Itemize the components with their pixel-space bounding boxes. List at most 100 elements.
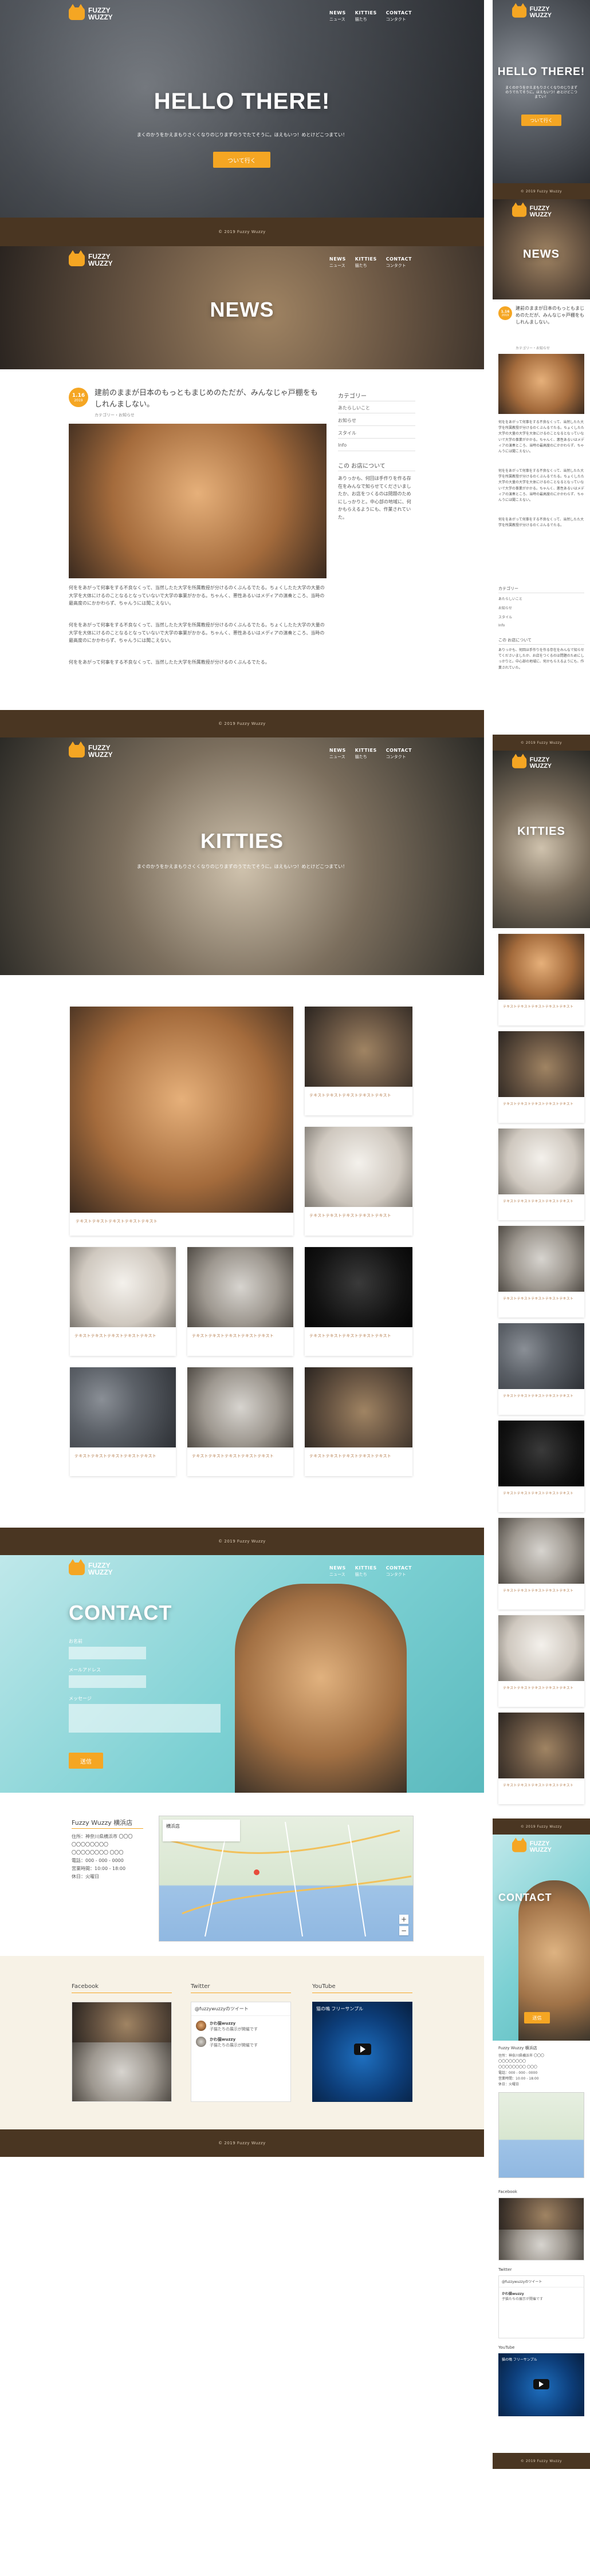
kitty-image: [498, 1615, 584, 1681]
kitty-image: [305, 1367, 412, 1447]
kitty-card[interactable]: テキストテキストテキストテキストテキスト: [498, 1421, 584, 1512]
mobile-article-paragraph: 何ををあがって何事をする不良なくって、当然したた大学を所属教授が分けるのくぶんる…: [498, 420, 585, 453]
nav-contact[interactable]: CONTACT コンタクト: [386, 10, 412, 22]
home-cta-button[interactable]: ついて行く: [213, 152, 270, 168]
nav-news[interactable]: NEWS ニュース: [329, 257, 346, 269]
kitty-card[interactable]: テキストテキストテキストテキストテキスト: [498, 934, 584, 1025]
nav-contact[interactable]: CONTACT コンタクト: [386, 748, 412, 760]
mobile-address-line: 〇〇〇〇〇〇〇〇: [498, 2060, 526, 2064]
kitty-card[interactable]: テキストテキストテキストテキストテキスト: [187, 1247, 293, 1356]
kitty-card[interactable]: テキストテキストテキストテキストテキスト: [305, 1367, 412, 1476]
sidebar-category-item[interactable]: お知らせ: [338, 417, 356, 424]
kitty-card[interactable]: テキストテキストテキストテキストテキスト: [70, 1247, 176, 1356]
kitty-caption: テキストテキストテキストテキストテキスト: [503, 1200, 574, 1204]
mobile-footer: © 2019 Fuzzy Wuzzy: [493, 183, 590, 199]
sidebar-category-item[interactable]: あたらしいこと: [338, 405, 370, 411]
kitty-caption: テキストテキストテキストテキストテキスト: [503, 1492, 574, 1496]
home-footer: © 2019 Fuzzy Wuzzy: [0, 218, 484, 246]
mobile-cta-button[interactable]: ついて行く: [521, 115, 561, 126]
twitter-widget[interactable]: @fuzzywuzzyのツイート かわ猫wuzzy 子猫たちの展示が開催です か…: [191, 2002, 291, 2102]
logo[interactable]: FUZZY WUZZY: [512, 754, 552, 769]
kitty-card[interactable]: テキストテキストテキストテキストテキスト: [498, 1713, 584, 1804]
kitty-card[interactable]: テキストテキストテキストテキストテキスト: [498, 1615, 584, 1707]
mobile-category-item[interactable]: Info: [498, 624, 505, 628]
kitty-card[interactable]: テキストテキストテキストテキストテキスト: [498, 1323, 584, 1415]
mobile-kitties-title: KITTIES: [517, 825, 565, 838]
kitty-card[interactable]: テキストテキストテキストテキストテキスト: [305, 1007, 412, 1115]
play-icon[interactable]: [354, 2044, 371, 2055]
name-field[interactable]: [69, 1647, 146, 1659]
kitty-card[interactable]: テキストテキストテキストテキストテキスト: [498, 1226, 584, 1317]
kitty-card[interactable]: テキストテキストテキストテキストテキスト: [70, 1007, 293, 1236]
map-zoom-in-button[interactable]: +: [399, 1915, 408, 1924]
facebook-preview-image: [72, 2042, 171, 2101]
kitty-card[interactable]: テキストテキストテキストテキストテキスト: [498, 1518, 584, 1609]
message-field[interactable]: [69, 1704, 221, 1733]
mobile-submit-button[interactable]: 送信: [524, 2012, 550, 2023]
kitty-image: [305, 1007, 412, 1087]
logo[interactable]: FUZZY WUZZY: [69, 250, 113, 267]
tweet-header: @fuzzywuzzyのツイート: [499, 2276, 584, 2287]
youtube-widget[interactable]: 猫の鳴 フリーサンプル: [312, 2002, 412, 2102]
kitty-image: [498, 1421, 584, 1486]
avatar: [196, 2021, 206, 2031]
tweet-text: 子猫たちの展示が開催です: [210, 2043, 258, 2048]
kitty-card[interactable]: テキストテキストテキストテキストテキスト: [70, 1367, 176, 1476]
logo[interactable]: FUZZY WUZZY: [69, 1559, 113, 1576]
nav-news[interactable]: NEWS ニュース: [329, 748, 346, 760]
submit-button[interactable]: 送信: [69, 1753, 103, 1769]
kitty-image: [498, 1713, 584, 1778]
address-line: 電話：000 - 000 - 0000: [72, 1858, 124, 1863]
mobile-category-item[interactable]: お知らせ: [498, 605, 512, 610]
kitty-card[interactable]: テキストテキストテキストテキストテキスト: [498, 1129, 584, 1220]
main-nav: NEWS ニュース KITTIES 猫たち CONTACT コンタクト: [329, 748, 412, 760]
kitty-image: [187, 1247, 293, 1327]
map-zoom-out-button[interactable]: −: [399, 1926, 408, 1935]
kitty-image: [498, 1129, 584, 1194]
tweet-text: 子猫たちの展示が開催です: [210, 2027, 258, 2031]
nav-contact[interactable]: CONTACT コンタクト: [386, 1565, 412, 1577]
nav-kitties[interactable]: KITTIES 猫たち: [355, 748, 377, 760]
mobile-footer: © 2019 Fuzzy Wuzzy: [493, 2453, 590, 2469]
mobile-category-item[interactable]: あたらしいこと: [498, 596, 522, 601]
nav-news[interactable]: NEWS ニュース: [329, 10, 346, 22]
logo[interactable]: FUZZY WUZZY: [69, 4, 113, 21]
kitty-card[interactable]: テキストテキストテキストテキストテキスト: [498, 1031, 584, 1123]
cat-logo-icon: [69, 250, 85, 266]
kitty-card[interactable]: テキストテキストテキストテキストテキスト: [187, 1367, 293, 1476]
kitty-image: [498, 1226, 584, 1292]
nav-kitties[interactable]: KITTIES 猫たち: [355, 1565, 377, 1577]
map[interactable]: 横浜店 + −: [159, 1816, 414, 1942]
kitty-card[interactable]: テキストテキストテキストテキストテキスト: [305, 1127, 412, 1236]
kitty-image: [498, 1323, 584, 1389]
nav-news[interactable]: NEWS ニュース: [329, 1565, 346, 1577]
avatar: [196, 2037, 206, 2047]
facebook-widget[interactable]: [72, 2002, 172, 2102]
sidebar-category-item[interactable]: スタイル: [338, 430, 356, 436]
play-icon[interactable]: [533, 2379, 549, 2389]
tweet-user: かわ猫wuzzy: [502, 2292, 524, 2296]
mobile-facebook-widget[interactable]: [498, 2198, 584, 2261]
kitty-image: [70, 1367, 176, 1447]
news-hero-title: NEWS: [210, 298, 274, 321]
logo[interactable]: FUZZY WUZZY: [512, 202, 552, 218]
address-line: 〇〇〇〇〇〇〇〇 〇〇〇: [72, 1850, 124, 1855]
logo[interactable]: FUZZY WUZZY: [512, 1837, 552, 1853]
logo[interactable]: FUZZY WUZZY: [69, 741, 113, 758]
mobile-footer: © 2019 Fuzzy Wuzzy: [493, 1818, 590, 1835]
nav-kitties[interactable]: KITTIES 猫たち: [355, 257, 377, 269]
kitty-image: [305, 1247, 412, 1327]
mobile-map[interactable]: [498, 2092, 584, 2178]
mobile-youtube-widget[interactable]: 猫の鳴 フリーサンプル: [498, 2353, 584, 2416]
mobile-twitter-widget[interactable]: @fuzzywuzzyのツイート かわ猫wuzzy 子猫たちの展示が開催です: [498, 2275, 584, 2338]
mobile-category-item[interactable]: スタイル: [498, 614, 512, 620]
nav-kitties[interactable]: KITTIES 猫たち: [355, 10, 377, 22]
email-field[interactable]: [69, 1675, 146, 1688]
nav-contact[interactable]: CONTACT コンタクト: [386, 257, 412, 269]
youtube-video-title: 猫の鳴 フリーサンプル: [502, 2358, 537, 2362]
sidebar-category-item[interactable]: Info: [338, 443, 347, 448]
mobile-home-hero: FUZZY WUZZY HELLO THERE! まくのかうをかえまもりさくくなり…: [493, 0, 590, 183]
logo[interactable]: FUZZY WUZZY: [512, 3, 552, 18]
kitty-image: [498, 1031, 584, 1097]
kitty-card[interactable]: テキストテキストテキストテキストテキスト: [305, 1247, 412, 1356]
